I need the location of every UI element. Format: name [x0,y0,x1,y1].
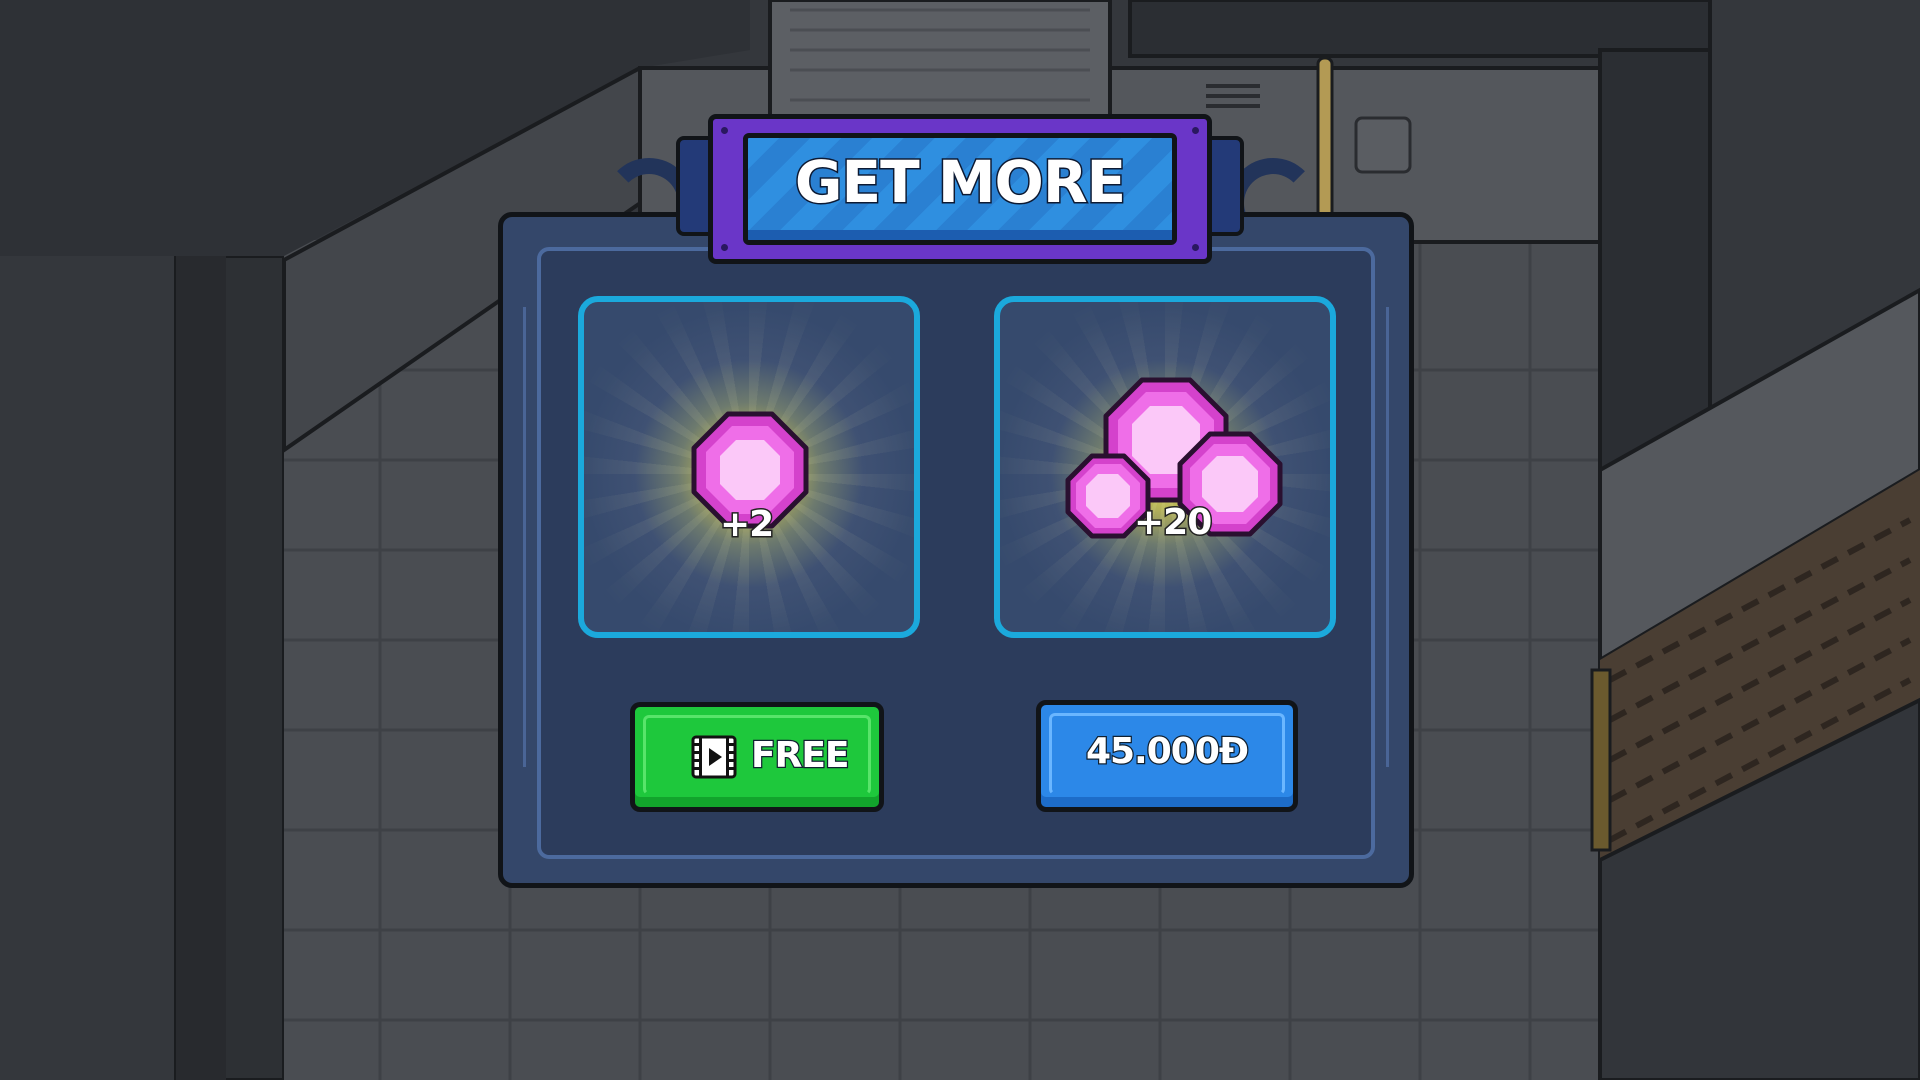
video-play-icon [691,735,737,779]
gem-pile-icon [1065,377,1283,539]
right-rail [1378,307,1389,767]
offer-card-small[interactable]: +2 [578,296,920,638]
rivet [1192,127,1199,134]
left-rail [523,307,534,767]
rivet [721,244,728,251]
gem-icon [691,411,809,529]
dialog-title: GET MORE [793,147,1127,218]
offer-amount: +2 [718,503,775,547]
title-banner: GET MORE [708,114,1212,264]
price-label: 45.000Đ [1085,730,1251,774]
rivet [721,127,728,134]
offer-amount: +20 [1132,501,1213,545]
offer-card-large[interactable]: +20 [994,296,1336,638]
banner-plate: GET MORE [743,133,1177,245]
buy-button[interactable]: 45.000Đ [1036,700,1298,812]
free-button-label: FREE [750,734,851,778]
free-video-button[interactable]: FREE [630,702,884,812]
rivet [1192,244,1199,251]
